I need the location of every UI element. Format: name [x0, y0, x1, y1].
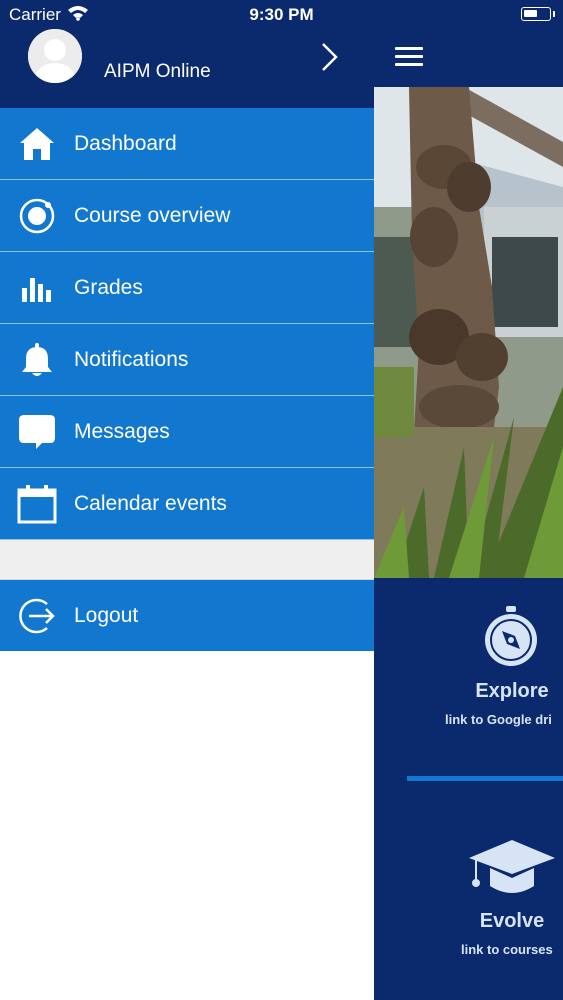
bar-chart-icon: [17, 268, 57, 308]
menu-item-notifications[interactable]: Notifications: [0, 324, 374, 396]
chevron-right-icon[interactable]: [314, 40, 344, 74]
hero-photo: [374, 87, 563, 578]
menu-separator: [0, 540, 374, 580]
logout-icon: [17, 596, 57, 636]
menu-item-label: Grades: [74, 276, 143, 299]
graduation-cap-icon: [468, 838, 556, 905]
menu-item-label: Logout: [74, 604, 139, 627]
status-bar: Carrier 9:30 PM: [0, 0, 563, 30]
explore-card[interactable]: Explore link to Google dri: [374, 606, 563, 766]
target-icon: [17, 196, 57, 236]
battery-tip: [553, 11, 555, 17]
menu-item-course-overview[interactable]: Course overview: [0, 180, 374, 252]
menu-item-grades[interactable]: Grades: [0, 252, 374, 324]
avatar[interactable]: [28, 29, 82, 83]
compass-icon: [483, 606, 539, 673]
menu-item-label: Calendar events: [74, 492, 227, 515]
clock: 9:30 PM: [249, 5, 314, 24]
evolve-title: Evolve: [479, 910, 545, 932]
explore-title: Explore: [475, 680, 549, 702]
menu-item-dashboard[interactable]: Dashboard: [0, 108, 374, 180]
calendar-icon: [17, 484, 57, 524]
menu-item-messages[interactable]: Messages: [0, 396, 374, 468]
drawer-menu: Dashboard Course overview Grades Notific…: [0, 108, 374, 651]
user-name: AIPM Online: [104, 61, 211, 82]
menu-item-label: Dashboard: [74, 132, 177, 155]
menu-item-logout[interactable]: Logout: [0, 580, 374, 651]
home-icon: [17, 124, 57, 164]
menu-item-label: Messages: [74, 420, 170, 443]
message-bubble-icon: [17, 412, 57, 452]
menu-item-label: Notifications: [74, 348, 189, 371]
bell-icon: [17, 340, 57, 380]
menu-item-calendar-events[interactable]: Calendar events: [0, 468, 374, 540]
hamburger-menu-button[interactable]: [395, 44, 425, 70]
evolve-card[interactable]: Evolve link to courses: [374, 838, 563, 988]
evolve-subtitle: link to courses: [461, 942, 553, 957]
battery-icon: [521, 7, 551, 21]
explore-subtitle: link to Google dri: [445, 712, 552, 727]
menu-item-label: Course overview: [74, 204, 231, 227]
section-divider: [407, 776, 563, 781]
main-content: Explore link to Google dri Evolve link t…: [374, 0, 563, 1000]
navigation-drawer: AIPM Online Dashboard Course overview Gr…: [0, 0, 374, 1000]
